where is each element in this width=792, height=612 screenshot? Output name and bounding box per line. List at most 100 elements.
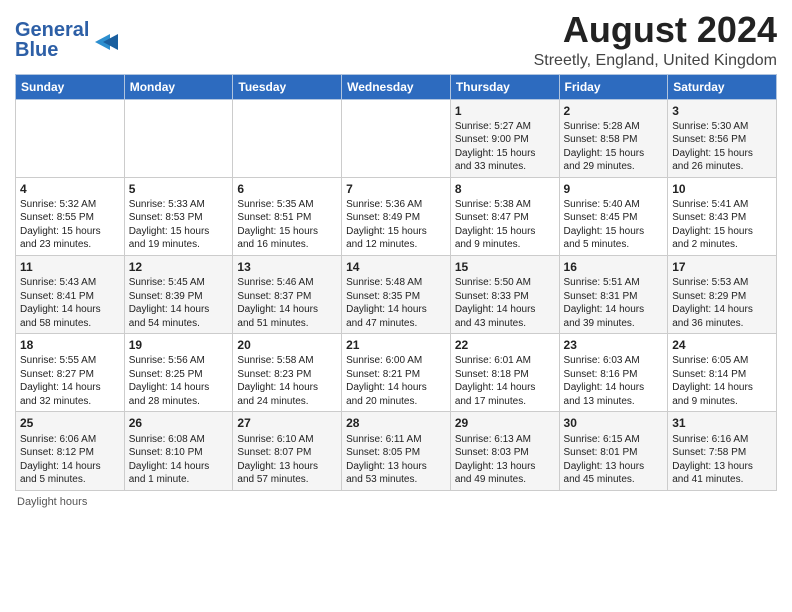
cell-info: Sunrise: 5:48 AM <box>346 276 446 290</box>
day-number: 29 <box>455 415 555 431</box>
cell-info: and 32 minutes. <box>20 395 120 409</box>
cell-info: Daylight: 15 hours <box>455 147 555 161</box>
cell-info: Daylight: 15 hours <box>455 225 555 239</box>
cell-info: Sunrise: 6:01 AM <box>455 354 555 368</box>
cell-info: Sunrise: 6:16 AM <box>672 433 772 447</box>
cell-info: Sunset: 8:10 PM <box>129 446 229 460</box>
calendar-cell: 18Sunrise: 5:55 AMSunset: 8:27 PMDayligh… <box>16 334 125 412</box>
cell-info: Sunset: 8:07 PM <box>237 446 337 460</box>
cell-info: Sunset: 8:53 PM <box>129 211 229 225</box>
cell-info: and 29 minutes. <box>564 160 664 174</box>
cell-info: Sunrise: 6:11 AM <box>346 433 446 447</box>
cell-info: Sunset: 8:49 PM <box>346 211 446 225</box>
cell-info: and 17 minutes. <box>455 395 555 409</box>
cell-info: Sunset: 8:51 PM <box>237 211 337 225</box>
cell-info: Sunset: 8:25 PM <box>129 368 229 382</box>
day-number: 6 <box>237 181 337 197</box>
calendar-cell: 2Sunrise: 5:28 AMSunset: 8:58 PMDaylight… <box>559 99 668 177</box>
day-number: 15 <box>455 259 555 275</box>
calendar-cell: 17Sunrise: 5:53 AMSunset: 8:29 PMDayligh… <box>668 255 777 333</box>
day-number: 10 <box>672 181 772 197</box>
cell-info: Sunrise: 5:40 AM <box>564 198 664 212</box>
cell-info: and 43 minutes. <box>455 317 555 331</box>
calendar-cell: 10Sunrise: 5:41 AMSunset: 8:43 PMDayligh… <box>668 177 777 255</box>
cell-info: Sunset: 8:56 PM <box>672 133 772 147</box>
day-number: 7 <box>346 181 446 197</box>
calendar-cell: 22Sunrise: 6:01 AMSunset: 8:18 PMDayligh… <box>450 334 559 412</box>
day-header-wednesday: Wednesday <box>342 74 451 99</box>
cell-info: and 19 minutes. <box>129 238 229 252</box>
cell-info: Sunrise: 5:45 AM <box>129 276 229 290</box>
cell-info: Daylight: 15 hours <box>672 147 772 161</box>
cell-info: Sunset: 8:43 PM <box>672 211 772 225</box>
day-number: 26 <box>129 415 229 431</box>
week-row-1: 1Sunrise: 5:27 AMSunset: 9:00 PMDaylight… <box>16 99 777 177</box>
cell-info: Sunrise: 5:46 AM <box>237 276 337 290</box>
cell-info: Sunrise: 5:33 AM <box>129 198 229 212</box>
day-number: 1 <box>455 103 555 119</box>
day-header-sunday: Sunday <box>16 74 125 99</box>
calendar-cell: 5Sunrise: 5:33 AMSunset: 8:53 PMDaylight… <box>124 177 233 255</box>
cell-info: and 41 minutes. <box>672 473 772 487</box>
subtitle: Streetly, England, United Kingdom <box>534 52 777 70</box>
calendar-cell: 19Sunrise: 5:56 AMSunset: 8:25 PMDayligh… <box>124 334 233 412</box>
cell-info: Daylight: 13 hours <box>237 460 337 474</box>
calendar-cell: 9Sunrise: 5:40 AMSunset: 8:45 PMDaylight… <box>559 177 668 255</box>
cell-info: Sunrise: 5:51 AM <box>564 276 664 290</box>
day-number: 18 <box>20 337 120 353</box>
cell-info: Daylight: 15 hours <box>564 225 664 239</box>
page: General Blue August 2024 Streetly, Engla… <box>0 0 792 518</box>
cell-info: Daylight: 14 hours <box>20 303 120 317</box>
cell-info: Daylight: 15 hours <box>129 225 229 239</box>
day-number: 22 <box>455 337 555 353</box>
cell-info: Sunset: 7:58 PM <box>672 446 772 460</box>
cell-info: Sunrise: 5:30 AM <box>672 120 772 134</box>
cell-info: Sunrise: 5:27 AM <box>455 120 555 134</box>
day-number: 28 <box>346 415 446 431</box>
cell-info: Sunset: 8:35 PM <box>346 290 446 304</box>
cell-info: Sunrise: 5:35 AM <box>237 198 337 212</box>
cell-info: Sunset: 8:45 PM <box>564 211 664 225</box>
cell-info: Sunrise: 6:10 AM <box>237 433 337 447</box>
day-number: 3 <box>672 103 772 119</box>
cell-info: Sunset: 8:23 PM <box>237 368 337 382</box>
footer-text: Daylight hours <box>17 496 87 508</box>
cell-info: Daylight: 14 hours <box>455 303 555 317</box>
calendar-cell: 12Sunrise: 5:45 AMSunset: 8:39 PMDayligh… <box>124 255 233 333</box>
day-number: 16 <box>564 259 664 275</box>
cell-info: Sunrise: 5:55 AM <box>20 354 120 368</box>
day-number: 13 <box>237 259 337 275</box>
day-number: 17 <box>672 259 772 275</box>
cell-info: Sunset: 8:01 PM <box>564 446 664 460</box>
week-row-5: 25Sunrise: 6:06 AMSunset: 8:12 PMDayligh… <box>16 412 777 490</box>
cell-info: and 45 minutes. <box>564 473 664 487</box>
calendar-cell <box>124 99 233 177</box>
cell-info: Sunset: 8:39 PM <box>129 290 229 304</box>
cell-info: Daylight: 13 hours <box>455 460 555 474</box>
cell-info: Sunset: 8:14 PM <box>672 368 772 382</box>
cell-info: and 20 minutes. <box>346 395 446 409</box>
cell-info: Daylight: 14 hours <box>564 303 664 317</box>
cell-info: Daylight: 13 hours <box>672 460 772 474</box>
cell-info: and 1 minute. <box>129 473 229 487</box>
cell-info: Daylight: 15 hours <box>237 225 337 239</box>
calendar-cell: 27Sunrise: 6:10 AMSunset: 8:07 PMDayligh… <box>233 412 342 490</box>
cell-info: and 36 minutes. <box>672 317 772 331</box>
day-number: 20 <box>237 337 337 353</box>
calendar-cell: 23Sunrise: 6:03 AMSunset: 8:16 PMDayligh… <box>559 334 668 412</box>
cell-info: and 26 minutes. <box>672 160 772 174</box>
calendar-cell: 28Sunrise: 6:11 AMSunset: 8:05 PMDayligh… <box>342 412 451 490</box>
cell-info: Daylight: 15 hours <box>672 225 772 239</box>
calendar-cell: 20Sunrise: 5:58 AMSunset: 8:23 PMDayligh… <box>233 334 342 412</box>
cell-info: Sunrise: 5:36 AM <box>346 198 446 212</box>
day-number: 23 <box>564 337 664 353</box>
cell-info: Daylight: 14 hours <box>237 303 337 317</box>
calendar-cell: 16Sunrise: 5:51 AMSunset: 8:31 PMDayligh… <box>559 255 668 333</box>
calendar-cell <box>16 99 125 177</box>
cell-info: and 13 minutes. <box>564 395 664 409</box>
cell-info: and 12 minutes. <box>346 238 446 252</box>
cell-info: and 49 minutes. <box>455 473 555 487</box>
calendar-table: SundayMondayTuesdayWednesdayThursdayFrid… <box>15 74 777 491</box>
cell-info: Sunrise: 5:32 AM <box>20 198 120 212</box>
cell-info: Sunrise: 6:15 AM <box>564 433 664 447</box>
